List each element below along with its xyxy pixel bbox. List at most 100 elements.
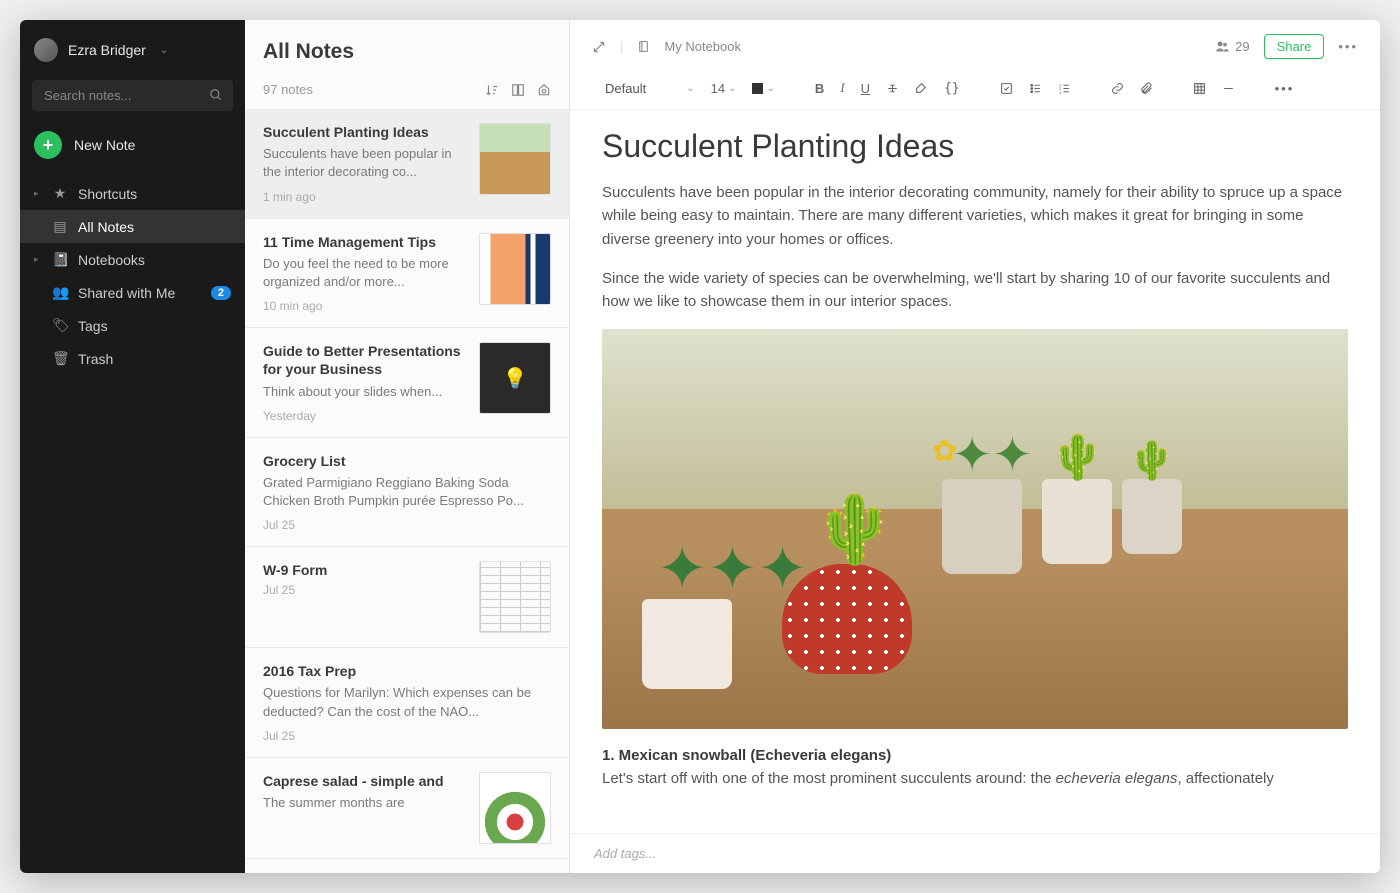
- note-snippet: Do you feel the need to be more organize…: [263, 255, 467, 291]
- table-icon[interactable]: [1188, 79, 1211, 98]
- notebook-name[interactable]: My Notebook: [664, 39, 741, 54]
- note-item[interactable]: Guide to Better Presentations for your B…: [245, 328, 569, 438]
- link-icon[interactable]: [1106, 79, 1129, 98]
- note-item[interactable]: 11 Time Management Tips Do you feel the n…: [245, 219, 569, 329]
- nav-shortcuts[interactable]: ▸ ★ Shortcuts: [20, 177, 245, 210]
- search-input[interactable]: [32, 80, 233, 111]
- share-count-value: 29: [1235, 39, 1249, 54]
- svg-text:3: 3: [1059, 90, 1061, 94]
- nav-all-notes[interactable]: ▤ All Notes: [20, 210, 245, 243]
- note-item[interactable]: Caprese salad - simple andThe summer mon…: [245, 758, 569, 859]
- italic-icon[interactable]: I: [835, 77, 849, 99]
- people-icon: [1215, 39, 1230, 54]
- notebook-icon: [637, 40, 650, 53]
- nav-label: Notebooks: [78, 252, 145, 268]
- share-button[interactable]: Share: [1264, 34, 1325, 59]
- font-select[interactable]: Default⌄: [600, 78, 700, 99]
- note-snippet: Questions for Marilyn: Which expenses ca…: [263, 684, 551, 720]
- username: Ezra Bridger: [68, 42, 146, 58]
- font-size-select[interactable]: 14 ⌄: [706, 78, 742, 99]
- tag-input[interactable]: Add tags...: [570, 833, 1380, 873]
- more-icon[interactable]: •••: [1338, 39, 1358, 54]
- nav: ▸ ★ Shortcuts ▤ All Notes ▸ 📓 Notebooks …: [20, 177, 245, 375]
- app-window: Ezra Bridger ⌄ + New Note ▸ ★ Shortcuts …: [20, 20, 1380, 873]
- doc-paragraph: Let's start off with one of the most pro…: [602, 768, 1348, 791]
- bold-icon[interactable]: B: [810, 78, 829, 99]
- list-tools: [485, 83, 551, 97]
- note-date: 1 min ago: [263, 190, 467, 204]
- sidebar: Ezra Bridger ⌄ + New Note ▸ ★ Shortcuts …: [20, 20, 245, 873]
- format-toolbar: Default⌄ 14 ⌄ ⌄ B I U {} 123 •••: [570, 69, 1380, 110]
- nav-label: All Notes: [78, 219, 134, 235]
- note-title: 11 Time Management Tips: [263, 233, 467, 251]
- caret-icon: ▸: [34, 188, 42, 199]
- attach-icon[interactable]: [1135, 79, 1158, 98]
- note-snippet: Think about your slides when...: [263, 383, 467, 401]
- checkbox-icon[interactable]: [995, 79, 1018, 98]
- list-subheader: 97 notes: [245, 72, 569, 109]
- avatar: [34, 38, 58, 62]
- note-item[interactable]: Grocery ListGrated Parmigiano Reggiano B…: [245, 438, 569, 548]
- note-item[interactable]: Succulent Planting Ideas Succulents have …: [245, 109, 569, 219]
- note-title: Guide to Better Presentations for your B…: [263, 342, 467, 378]
- notes-scroll[interactable]: Succulent Planting Ideas Succulents have …: [245, 109, 569, 873]
- color-picker[interactable]: ⌄: [747, 80, 779, 97]
- nav-label: Tags: [78, 318, 108, 334]
- notes-icon: ▤: [52, 218, 68, 235]
- note-date: 10 min ago: [263, 299, 467, 313]
- nav-shared[interactable]: 👥 Shared with Me 2: [20, 276, 245, 309]
- divider: |: [620, 39, 623, 54]
- editor-panel: | My Notebook 29 Share ••• Default⌄ 14 ⌄…: [570, 20, 1380, 873]
- note-item[interactable]: 2016 Tax Prep Questions for Marilyn: Whic…: [245, 648, 569, 758]
- note-date: Yesterday: [263, 409, 467, 423]
- note-thumbnail: [479, 123, 551, 195]
- new-note-label: New Note: [74, 137, 135, 153]
- trash-icon: 🗑: [52, 350, 68, 367]
- sort-icon[interactable]: [485, 83, 499, 97]
- tag-icon: 🏷: [52, 317, 68, 334]
- note-thumbnail: 💡: [479, 342, 551, 414]
- list-header: All Notes: [245, 20, 569, 72]
- people-icon: 👥: [52, 284, 68, 301]
- caret-icon: ▸: [34, 254, 42, 265]
- chevron-down-icon: ⌄: [160, 45, 168, 56]
- more-format-icon[interactable]: •••: [1270, 78, 1300, 99]
- note-item[interactable]: W-9 FormJul 25: [245, 547, 569, 648]
- underline-icon[interactable]: U: [856, 78, 875, 99]
- note-snippet: Grated Parmigiano Reggiano Baking Soda C…: [263, 474, 551, 510]
- user-menu[interactable]: Ezra Bridger ⌄: [20, 30, 245, 70]
- nav-label: Shortcuts: [78, 186, 137, 202]
- note-date: Jul 25: [263, 729, 551, 743]
- note-title: Caprese salad - simple and: [263, 772, 467, 790]
- new-note-button[interactable]: + New Note: [20, 121, 245, 169]
- note-thumbnail: [479, 561, 551, 633]
- share-count[interactable]: 29: [1215, 39, 1249, 54]
- note-count: 97 notes: [263, 82, 313, 97]
- view-icon[interactable]: [511, 83, 525, 97]
- code-icon[interactable]: {}: [939, 78, 965, 99]
- star-icon: ★: [52, 185, 68, 202]
- reminder-icon[interactable]: [537, 83, 551, 97]
- note-thumbnail: [479, 233, 551, 305]
- badge: 2: [211, 286, 231, 300]
- note-thumbnail: [479, 772, 551, 844]
- nav-notebooks[interactable]: ▸ 📓 Notebooks: [20, 243, 245, 276]
- hr-icon[interactable]: [1217, 79, 1240, 98]
- editor-content[interactable]: Succulent Planting Ideas Succulents have…: [570, 110, 1380, 833]
- strike-icon[interactable]: [881, 79, 904, 98]
- bullet-list-icon[interactable]: [1024, 79, 1047, 98]
- doc-image: ✦✦✦ 🌵 ✦✦✿ 🌵 🌵: [602, 329, 1348, 729]
- highlight-icon[interactable]: [910, 79, 933, 98]
- note-title: 2016 Tax Prep: [263, 662, 551, 680]
- plus-icon: +: [34, 131, 62, 159]
- expand-icon[interactable]: [592, 40, 606, 54]
- nav-trash[interactable]: 🗑 Trash: [20, 342, 245, 375]
- number-list-icon[interactable]: 123: [1053, 79, 1076, 98]
- doc-title: Succulent Planting Ideas: [602, 128, 1348, 165]
- list-title: All Notes: [263, 40, 551, 64]
- note-title: Succulent Planting Ideas: [263, 123, 467, 141]
- nav-tags[interactable]: 🏷 Tags: [20, 309, 245, 342]
- doc-paragraph: Since the wide variety of species can be…: [602, 267, 1348, 314]
- note-snippet: Succulents have been popular in the inte…: [263, 145, 467, 181]
- note-date: Jul 25: [263, 518, 551, 532]
